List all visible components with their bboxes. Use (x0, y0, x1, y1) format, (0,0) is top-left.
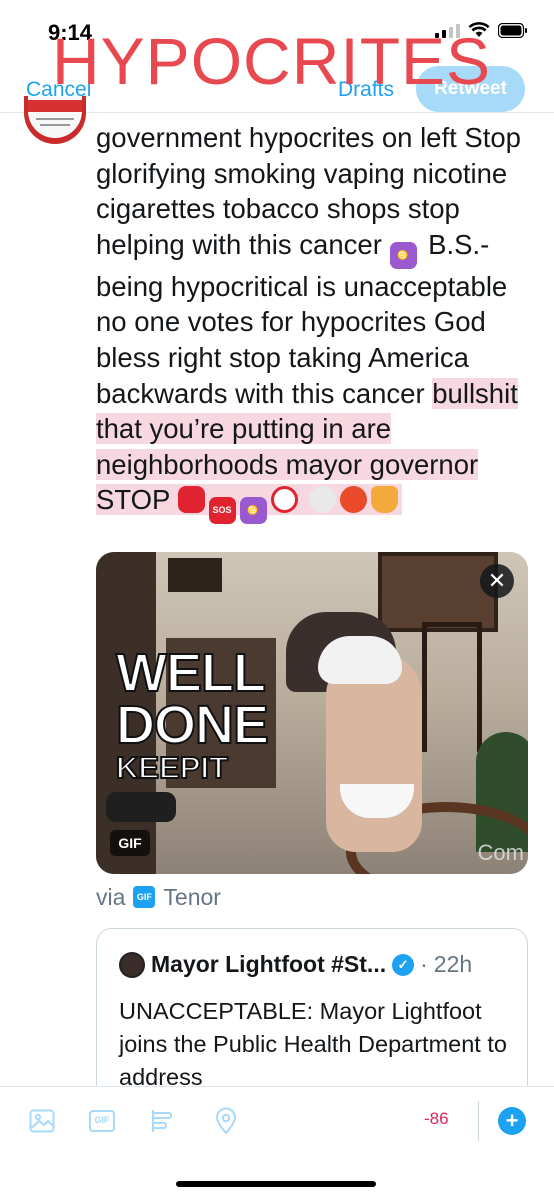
gif-icon[interactable]: GIF (88, 1107, 116, 1135)
poll-icon[interactable] (150, 1107, 178, 1135)
gif-caption: WELL DONE KEEPIT (115, 643, 270, 785)
gif-icon-label: GIF (94, 1115, 110, 1125)
quoted-avatar (119, 951, 145, 978)
via-attribution: via GIF Tenor (96, 882, 221, 912)
composer-toolbar: GIF -86 + (0, 1086, 554, 1156)
toolbar-divider (478, 1101, 479, 1141)
quoted-timestamp: 22h (433, 951, 473, 977)
location-icon[interactable] (212, 1107, 240, 1135)
avatar[interactable] (24, 96, 86, 144)
image-icon[interactable] (28, 1107, 56, 1135)
thumbs-down-icon (371, 486, 399, 514)
sos-icon: SOS (208, 497, 236, 525)
angry-face-icon (340, 486, 368, 514)
cancer-sign-icon: ♋ (389, 241, 417, 269)
overlay-title: HYPOCRITES (52, 24, 492, 98)
quoted-tweet-header: Mayor Lightfoot #St... ✓ · 22h (119, 951, 472, 978)
avatar-image (28, 96, 82, 138)
stop-sign-icon (177, 486, 205, 514)
via-label: via (96, 883, 126, 910)
close-icon[interactable]: ✕ (480, 564, 514, 598)
cancer-sign-icon: ♋ (239, 497, 267, 525)
gif-caption-line-3: KEEPIT (115, 750, 229, 785)
quoted-separator: · (420, 951, 428, 977)
gif-badge: GIF (110, 830, 150, 856)
character-count: -86 (424, 1109, 449, 1128)
quoted-tweet-text: UNACCEPTABLE: Mayor Lightfoot joins the … (119, 998, 507, 1090)
tweet-text[interactable]: government hypocrites on left Stop glori… (96, 120, 536, 525)
provider-name[interactable]: Tenor (163, 884, 221, 911)
verified-icon: ✓ (392, 953, 415, 976)
tenor-gif-icon: GIF (133, 886, 156, 908)
gif-watermark: Com (477, 840, 524, 865)
add-tweet-button[interactable]: + (498, 1107, 526, 1135)
gif-caption-line-2: DONE (115, 695, 270, 755)
gif-media[interactable]: WELL DONE KEEPIT Com GIF ✕ (96, 552, 528, 874)
no-smoking-icon (270, 486, 298, 514)
home-indicator[interactable] (176, 1181, 376, 1187)
quoted-author-name: Mayor Lightfoot #St... (151, 951, 387, 977)
skull-icon (309, 486, 337, 514)
gif-caption-line-1: WELL (115, 643, 267, 703)
battery-icon (498, 23, 528, 38)
